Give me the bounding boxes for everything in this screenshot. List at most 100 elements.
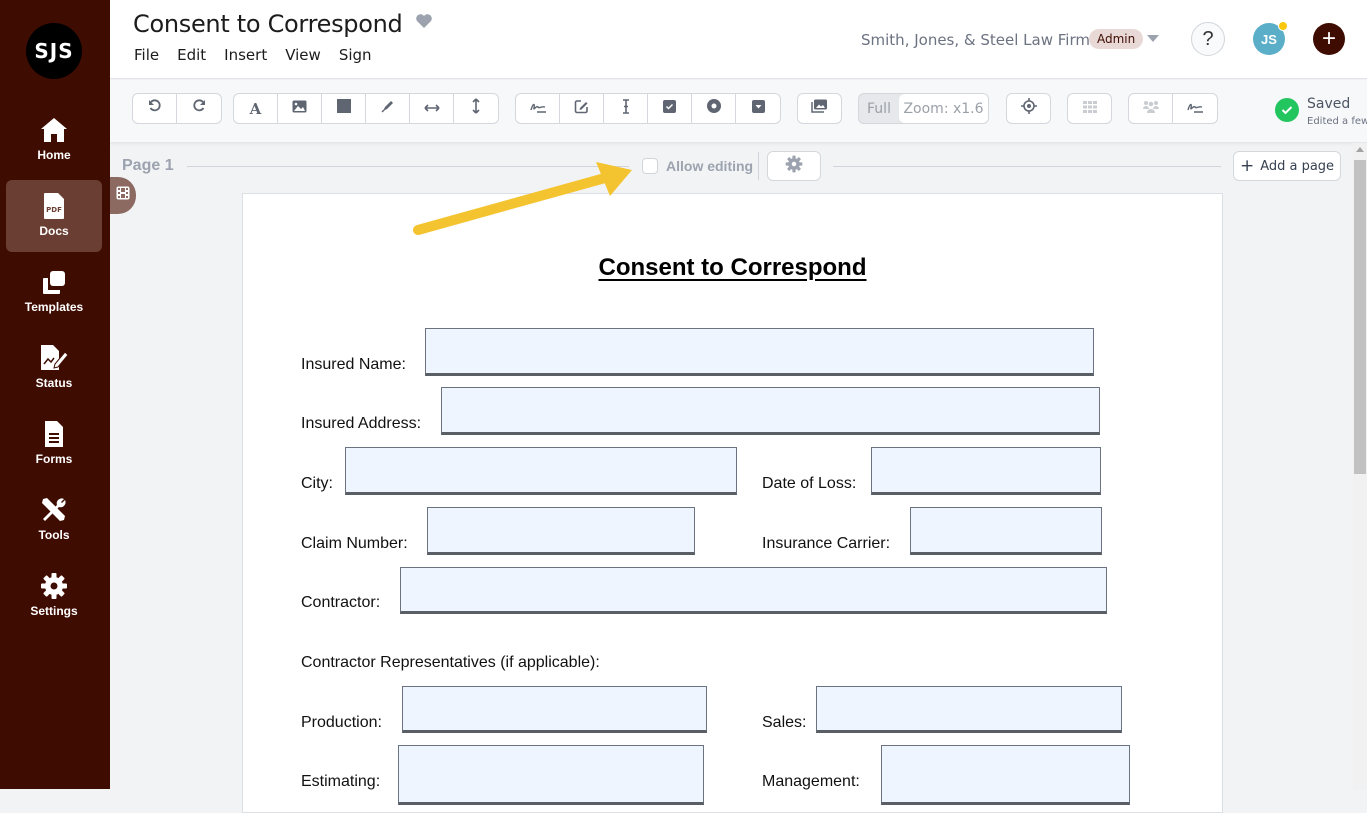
- signers-group: [1128, 93, 1218, 124]
- avatar[interactable]: JS: [1253, 21, 1288, 55]
- label-claim-number: Claim Number:: [301, 535, 408, 552]
- sidebar-item-tools[interactable]: Tools: [6, 484, 102, 556]
- divider: [758, 152, 759, 180]
- field-estimating[interactable]: [398, 745, 704, 805]
- settings-icon: [40, 571, 68, 601]
- save-status: Saved: [1307, 96, 1351, 112]
- field-date-of-loss[interactable]: [871, 447, 1101, 495]
- page-settings-button[interactable]: [767, 151, 821, 181]
- tools-icon: [40, 495, 68, 525]
- create-new-button[interactable]: +: [1313, 23, 1345, 55]
- page-thumbnails-toggle[interactable]: [110, 177, 136, 214]
- status-icon: [39, 343, 69, 373]
- rectangle-icon: [336, 99, 351, 118]
- label-sales: Sales:: [762, 714, 807, 731]
- text-icon: A: [249, 99, 262, 118]
- sidebar-item-label: Forms: [35, 452, 73, 466]
- vertical-line-button[interactable]: [454, 94, 498, 123]
- field-city[interactable]: [345, 447, 737, 495]
- image-gallery-icon: [811, 99, 828, 118]
- edit-field-button[interactable]: [560, 94, 604, 123]
- signers-button[interactable]: [1129, 94, 1173, 123]
- field-contractor[interactable]: [400, 567, 1107, 614]
- field-insured-address[interactable]: [441, 387, 1100, 435]
- add-shape-button[interactable]: [322, 94, 366, 123]
- add-image-button[interactable]: [278, 94, 322, 123]
- document-heading: Consent to Correspond: [598, 254, 867, 281]
- sidebar-item-docs[interactable]: PDF Docs: [6, 180, 102, 252]
- favorite-heart-icon[interactable]: [415, 13, 433, 34]
- redo-button[interactable]: [177, 94, 221, 123]
- allow-editing-label[interactable]: Allow editing: [666, 158, 753, 174]
- label-insurance-carrier: Insurance Carrier:: [762, 535, 891, 552]
- menu-edit[interactable]: Edit: [177, 46, 206, 64]
- notification-dot: [1278, 21, 1288, 31]
- film-strip-icon: [116, 186, 130, 205]
- label-contractor: Contractor:: [301, 594, 381, 611]
- sidebar-item-forms[interactable]: Forms: [6, 408, 102, 480]
- grid-button[interactable]: [1068, 94, 1111, 123]
- sidebar-item-home[interactable]: Home: [6, 104, 102, 176]
- signature-field-button[interactable]: [516, 94, 560, 123]
- sign-button[interactable]: [1173, 94, 1217, 123]
- dropdown-field-button[interactable]: [736, 94, 780, 123]
- checkbox-icon: [663, 99, 676, 118]
- draw-button[interactable]: [366, 94, 410, 123]
- editor-toolbar: A Full Zoom: x1.6 Saved Edited a few: [110, 80, 1367, 143]
- zoom-control: Full Zoom: x1.6: [858, 93, 989, 124]
- firm-name[interactable]: Smith, Jones, & Steel Law Firm: [861, 31, 1090, 49]
- templates-icon: [41, 267, 67, 297]
- undo-button[interactable]: [133, 94, 177, 123]
- chevron-down-icon[interactable]: [1147, 35, 1159, 42]
- field-insurance-carrier[interactable]: [910, 507, 1102, 555]
- label-production: Production:: [301, 714, 382, 731]
- menu-view[interactable]: View: [285, 46, 321, 64]
- role-badge: Admin: [1089, 29, 1144, 49]
- radio-field-button[interactable]: [692, 94, 736, 123]
- scrollbar-thumb[interactable]: [1354, 160, 1366, 474]
- field-claim-number[interactable]: [427, 507, 695, 555]
- document-title[interactable]: Consent to Correspond: [133, 10, 403, 38]
- field-production[interactable]: [402, 686, 707, 733]
- label-insured-name: Insured Name:: [301, 356, 406, 373]
- vertical-resize-icon: [471, 98, 481, 119]
- fields-group: [515, 93, 781, 124]
- zoom-full-button[interactable]: Full: [859, 94, 899, 123]
- field-insured-name[interactable]: [425, 328, 1094, 376]
- menu-file[interactable]: File: [134, 46, 159, 64]
- sidebar: SJS Home PDF Docs Templates Status Forms: [0, 0, 110, 789]
- add-page-label: Add a page: [1260, 158, 1335, 174]
- save-status-detail: Edited a few: [1307, 116, 1367, 127]
- field-management[interactable]: [881, 745, 1130, 805]
- scroll-up-arrow-icon[interactable]: [1356, 147, 1364, 152]
- horizontal-resize-icon: [423, 100, 440, 118]
- add-text-button[interactable]: A: [234, 94, 278, 123]
- add-page-button[interactable]: + Add a page: [1233, 151, 1341, 181]
- plus-icon: +: [1239, 155, 1255, 176]
- gear-icon: [785, 155, 803, 178]
- sjs-logo[interactable]: SJS: [26, 23, 82, 79]
- zoom-level-button[interactable]: Zoom: x1.6: [899, 94, 988, 123]
- sidebar-item-settings[interactable]: Settings: [6, 560, 102, 632]
- users-icon: [1142, 100, 1160, 118]
- sidebar-item-status[interactable]: Status: [6, 332, 102, 404]
- radio-icon: [706, 99, 721, 118]
- label-management: Management:: [762, 773, 860, 790]
- gallery-button[interactable]: [798, 94, 841, 123]
- sidebar-item-templates[interactable]: Templates: [6, 256, 102, 328]
- menu-insert[interactable]: Insert: [224, 46, 267, 64]
- locate-button[interactable]: [1007, 94, 1050, 123]
- text-field-button[interactable]: [604, 94, 648, 123]
- locate-group: [1006, 93, 1051, 124]
- saved-check-icon: [1275, 98, 1299, 122]
- vertical-scrollbar[interactable]: [1353, 143, 1367, 789]
- field-sales[interactable]: [816, 686, 1122, 733]
- document-page: Consent to Correspond Insured Name: Insu…: [242, 193, 1223, 813]
- dropdown-icon: [751, 99, 765, 118]
- menu-sign[interactable]: Sign: [339, 46, 372, 64]
- horizontal-line-button[interactable]: [410, 94, 454, 123]
- help-button[interactable]: ?: [1191, 22, 1225, 56]
- page-label: Page 1: [122, 157, 174, 174]
- allow-editing-checkbox[interactable]: [642, 158, 658, 174]
- checkbox-field-button[interactable]: [648, 94, 692, 123]
